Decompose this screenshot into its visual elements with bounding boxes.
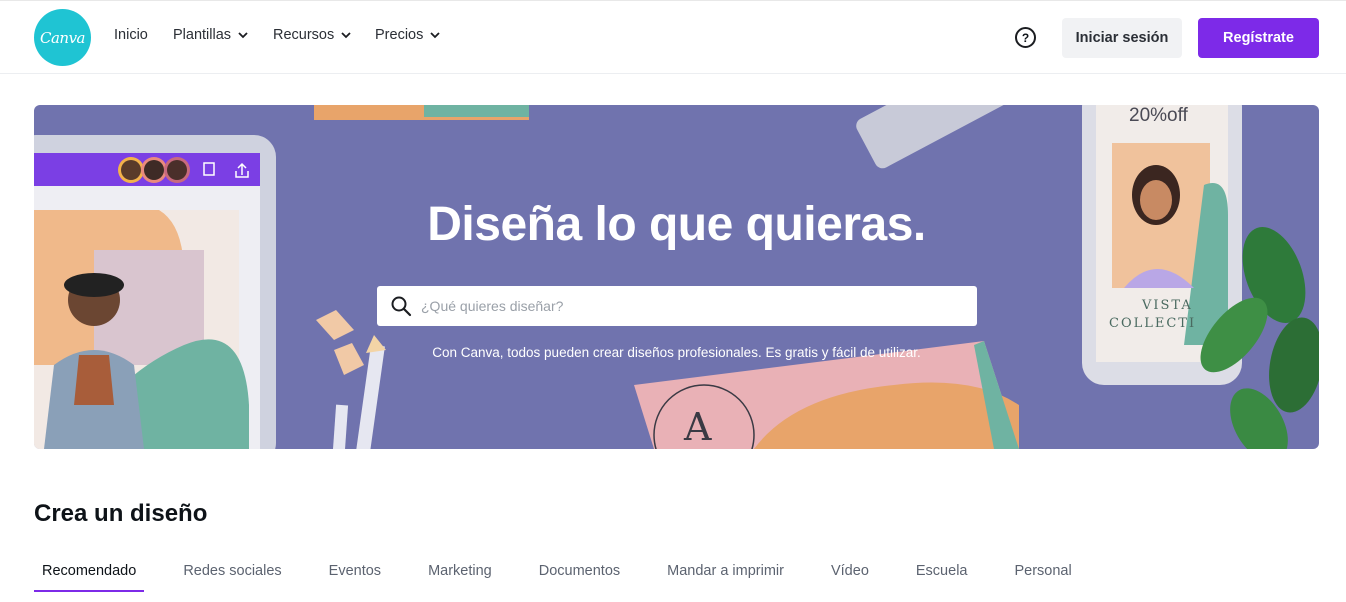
nav-inicio[interactable]: Inicio [114, 27, 148, 43]
hero-title: Diseña lo que quieras. [427, 198, 926, 251]
register-button[interactable]: Regístrate [1198, 18, 1319, 58]
nav-precios-label: Precios [375, 27, 424, 43]
tab-recomendado[interactable]: Recomendado [34, 559, 145, 592]
login-button[interactable]: Iniciar sesión [1062, 18, 1182, 58]
nav-plantillas[interactable]: Plantillas [173, 27, 249, 43]
tab-documentos[interactable]: Documentos [531, 559, 628, 592]
nav-plantillas-label: Plantillas [173, 27, 232, 43]
canva-logo[interactable]: Canva [34, 9, 91, 66]
nav-inicio-label: Inicio [114, 27, 148, 43]
tab-redes-sociales[interactable]: Redes sociales [175, 559, 289, 592]
search-bar[interactable] [377, 286, 977, 326]
hero-subtitle: Con Canva, todos pueden crear diseños pr… [432, 345, 921, 360]
nav-recursos[interactable]: Recursos [273, 27, 352, 43]
search-input[interactable] [421, 298, 941, 314]
create-design-title: Crea un diseño [34, 500, 208, 527]
card-letter: A [684, 405, 712, 449]
tab-marketing[interactable]: Marketing [420, 559, 500, 592]
question-circle-icon[interactable]: ? [1015, 27, 1036, 48]
hero-illustration [34, 105, 1319, 449]
phone-caption-line2: COLLECTI [1109, 316, 1197, 331]
search-icon [391, 296, 412, 317]
tab-video[interactable]: Vídeo [823, 559, 877, 592]
tab-eventos[interactable]: Eventos [321, 559, 389, 592]
tab-personal[interactable]: Personal [1006, 559, 1079, 592]
phone-caption-line1: VISTA [1142, 298, 1193, 313]
logo-text: Canva [40, 28, 86, 47]
chevron-down-icon [430, 32, 440, 39]
chevron-down-icon [341, 32, 351, 39]
tab-mandar-a-imprimir[interactable]: Mandar a imprimir [659, 559, 792, 592]
category-tabs: Recomendado Redes sociales Eventos Marke… [34, 559, 1111, 593]
nav-recursos-label: Recursos [273, 27, 335, 43]
chevron-down-icon [238, 32, 248, 39]
tab-escuela[interactable]: Escuela [908, 559, 976, 592]
hero-banner: 20%off VISTA COLLECTI A Diseña lo que qu… [34, 105, 1319, 449]
nav-precios[interactable]: Precios [375, 27, 441, 43]
phone-promo-text: 20%off [1129, 105, 1188, 126]
top-navbar: Canva Inicio Plantillas Recursos Precios… [0, 0, 1346, 74]
